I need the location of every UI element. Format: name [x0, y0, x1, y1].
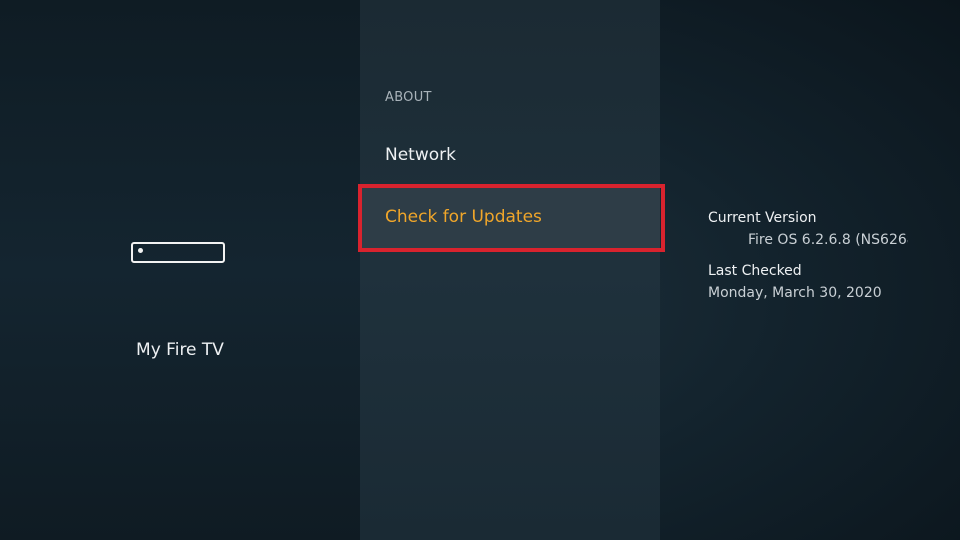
menu-section-header: ABOUT	[385, 90, 432, 105]
current-version-value: Fire OS 6.2.6.8 (NS6268	[748, 232, 908, 248]
menu-item-network[interactable]: Network	[360, 124, 660, 186]
current-version-label: Current Version	[708, 210, 817, 226]
device-panel: My Fire TV	[0, 0, 360, 540]
last-checked-value: Monday, March 30, 2020	[708, 285, 882, 301]
menu-item-check-for-updates[interactable]: Check for Updates	[360, 186, 660, 248]
last-checked-label: Last Checked	[708, 263, 802, 279]
settings-screen: My Fire TV ABOUT Network Check for Updat…	[0, 0, 960, 540]
details-panel: Current Version Fire OS 6.2.6.8 (NS6268 …	[660, 0, 960, 540]
device-led-dot	[138, 248, 143, 253]
device-name: My Fire TV	[136, 340, 224, 360]
fire-tv-device-icon	[131, 242, 225, 263]
about-menu: ABOUT Network Check for Updates	[360, 0, 660, 540]
